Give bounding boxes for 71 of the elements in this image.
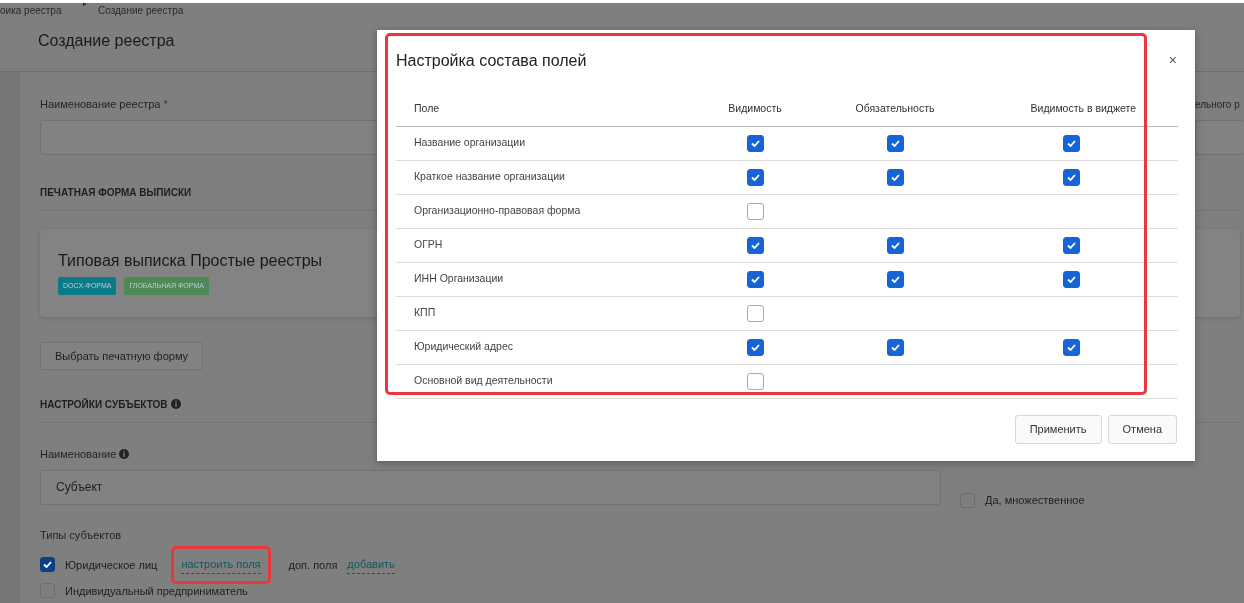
breadcrumb-link[interactable]: оика реестра <box>0 5 62 16</box>
table-cell: КПП <box>396 296 692 330</box>
table-cell: ИНН Организации <box>396 262 692 296</box>
table-cell: ОГРН <box>396 228 692 262</box>
checkbox[interactable] <box>886 236 904 254</box>
checkbox[interactable] <box>1063 270 1080 288</box>
dialog-button[interactable]: Применить <box>1014 415 1102 444</box>
checkmark-icon <box>890 139 900 147</box>
checkmark-icon <box>1067 173 1076 181</box>
checkbox[interactable] <box>746 236 764 254</box>
dialog-title: Настройка состава полей <box>396 51 587 71</box>
dialog-button[interactable]: Отмена <box>1107 415 1177 444</box>
checkbox[interactable] <box>746 134 764 152</box>
required-mark: * <box>163 98 168 110</box>
field-label: Наименование реестра <box>40 98 161 110</box>
table-cell: Краткое название организации <box>396 160 692 194</box>
text-input[interactable] <box>1195 119 1244 155</box>
checkbox[interactable] <box>1063 134 1080 152</box>
field-label: Наименование <box>40 448 117 460</box>
checkbox[interactable] <box>746 338 764 356</box>
checkbox[interactable] <box>40 557 55 573</box>
checkbox[interactable] <box>746 202 764 220</box>
checkbox-label: Индивидуальный предприниматель <box>65 583 248 599</box>
checkbox[interactable] <box>746 304 764 322</box>
table-cell: Основной вид деятельности <box>396 364 692 398</box>
checkmark-icon <box>1067 343 1076 351</box>
checkmark-icon <box>890 343 900 351</box>
column-header: Поле <box>414 102 440 115</box>
checkbox-label: Да, множественное <box>985 493 1085 508</box>
breadcrumb-current: Создание реестра <box>98 5 184 16</box>
checkbox[interactable] <box>886 270 904 288</box>
checkmark-icon <box>890 173 900 181</box>
section-heading: ПЕЧАТНАЯ ФОРМА ВЫПИСКИ <box>40 186 192 198</box>
checkbox[interactable] <box>886 168 904 186</box>
checkmark-icon <box>750 241 760 249</box>
checkbox[interactable] <box>746 270 764 288</box>
select-form-button[interactable]: Выбрать печатную форму <box>40 341 204 370</box>
checkbox[interactable] <box>1063 338 1080 356</box>
column-header: Видимость <box>728 102 782 115</box>
checkbox[interactable] <box>886 134 904 152</box>
field-label: Типы субъектов <box>40 527 122 543</box>
checkbox[interactable] <box>1063 168 1080 186</box>
checkbox[interactable] <box>886 338 904 356</box>
checkmark-icon <box>750 275 760 283</box>
checkbox[interactable] <box>746 372 764 390</box>
checkmark-icon <box>750 343 760 351</box>
field-text: доп. поля <box>288 557 338 573</box>
table-cell: Название организации <box>396 126 692 160</box>
checkmark-icon <box>890 275 900 283</box>
name-input[interactable]: Субъект <box>40 469 941 505</box>
checkbox[interactable] <box>746 168 764 186</box>
field-label: ельного р <box>1195 99 1240 110</box>
table-cell: Юридический адрес <box>396 330 692 364</box>
page-title: Создание реестра <box>38 31 176 51</box>
checkmark-icon <box>750 173 760 181</box>
checkmark-icon <box>890 241 900 249</box>
checkmark-icon <box>1067 275 1076 283</box>
checkmark-icon <box>43 561 52 569</box>
column-header: Обязательность <box>855 102 935 115</box>
section-heading: НАСТРОЙКИ СУБЪЕКТОВ <box>40 399 168 410</box>
table-cell: Организационно-правовая форма <box>396 194 692 228</box>
column-header: Видимость в виджете <box>1030 102 1136 115</box>
checkmark-icon <box>1067 241 1076 249</box>
info-icon <box>119 449 130 459</box>
card-title: Типовая выписка Простые реестры <box>58 250 324 270</box>
checkbox-label: Юридическое лиц <box>65 557 158 573</box>
checkbox[interactable] <box>1063 236 1080 254</box>
info-icon <box>170 399 181 409</box>
close-button[interactable]: × <box>1164 50 1181 71</box>
checkmark-icon <box>1067 139 1076 147</box>
checkmark-icon <box>750 139 760 147</box>
